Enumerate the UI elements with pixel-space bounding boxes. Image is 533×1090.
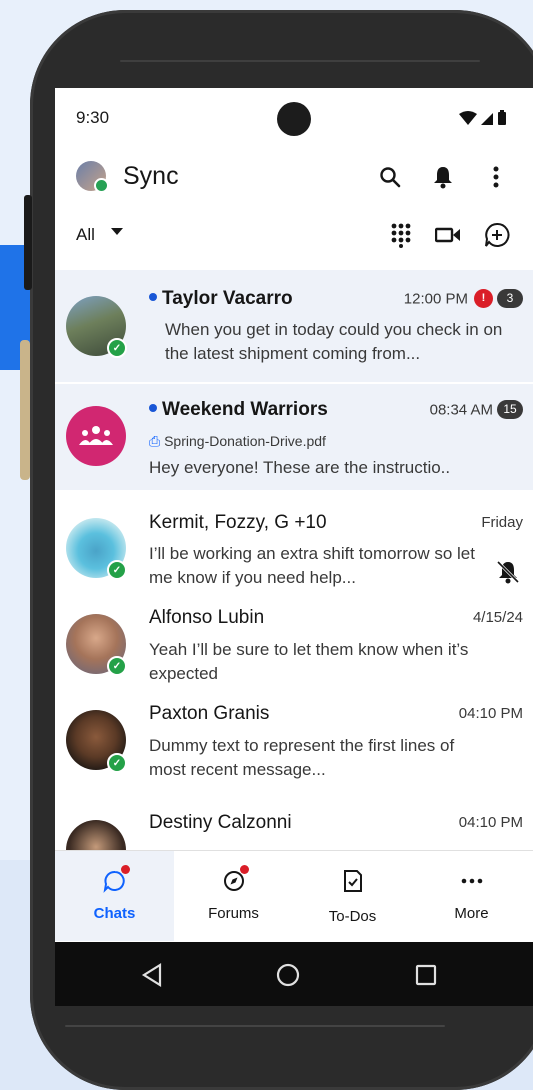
chat-name: Taylor Vacarro: [149, 288, 293, 310]
chat-item-taylor-vacarro[interactable]: ✓ Taylor Vacarro 12:00 PM! 3 When you get…: [55, 270, 533, 382]
unread-dot: [149, 403, 157, 412]
online-status-dot: [94, 178, 109, 193]
chat-item-paxton-granis[interactable]: ✓ Paxton Granis 04:10 PM Dummy text to r…: [55, 696, 533, 791]
phone-bottom-line: [65, 1025, 445, 1027]
chat-time: 08:34 AM 15: [430, 400, 523, 420]
tab-label: To-Dos: [328, 908, 377, 925]
filter-dropdown[interactable]: All: [76, 225, 95, 245]
paperclip-icon: ⎙: [149, 433, 161, 449]
chat-time: 04:10 PM: [458, 705, 523, 722]
online-check-icon: ✓: [107, 338, 127, 358]
chat-bubble-icon: [103, 865, 130, 893]
chat-item-weekend-warriors[interactable]: Weekend Warriors 08:34 AM 15 ⎙ Spring-Don…: [55, 384, 533, 490]
notification-dot: [240, 865, 249, 874]
bottom-navigation: Chats Forums To-Dos More: [55, 850, 533, 941]
user-avatar[interactable]: [76, 161, 109, 193]
notification-dot: [121, 865, 130, 874]
dialpad-icon[interactable]: [387, 221, 415, 249]
search-icon[interactable]: [377, 164, 403, 190]
system-status-icons: [457, 109, 509, 131]
back-icon[interactable]: [137, 960, 167, 990]
wifi-signal-battery-icon: [459, 110, 506, 125]
chat-preview: Yeah I’ll be sure to let them know when …: [149, 640, 469, 683]
tab-to-dos[interactable]: To-Dos: [293, 851, 412, 941]
chat-name: Alfonso Lubin: [149, 607, 265, 628]
group-icon: [79, 426, 113, 445]
android-navigation-bar: [55, 942, 533, 1006]
group-avatar: [66, 406, 126, 466]
filter-row: All: [55, 213, 533, 257]
app-title: Sync: [123, 162, 179, 190]
chat-item-alfonso-lubin[interactable]: ✓ Alfonso Lubin 4/15/24 Yeah I’ll be sur…: [55, 598, 533, 693]
chat-time: 04:10 PM: [458, 814, 523, 831]
background-shape: [20, 340, 30, 480]
status-time: 9:30: [76, 108, 110, 127]
chat-name: Paxton Granis: [149, 703, 270, 724]
online-check-icon: ✓: [107, 753, 127, 773]
muted-bell-icon: [496, 560, 520, 589]
recents-icon[interactable]: [411, 960, 441, 990]
tab-label: Forums: [208, 905, 259, 922]
phone-side-button: [24, 195, 32, 290]
attachment-filename: Spring-Donation-Drive.pdf: [164, 433, 326, 449]
tab-label: Chats: [93, 905, 136, 922]
unread-count-badge: 3: [497, 289, 523, 308]
chat-name: Kermit, Fozzy, G +10: [149, 512, 327, 533]
more-vertical-icon[interactable]: [483, 164, 509, 190]
chat-preview: Dummy text to represent the first lines …: [149, 736, 455, 779]
status-bar: 9:30: [55, 88, 533, 146]
online-check-icon: ✓: [107, 656, 127, 676]
tab-chats[interactable]: Chats: [55, 851, 174, 941]
urgent-alert-icon: !: [474, 289, 493, 308]
chat-preview: I’ll be working an extra shift tomorrow …: [149, 544, 475, 587]
avatar: [66, 820, 126, 850]
phone-screen: 9:30 Sync All ✓ Taylor Vacarro 12:00 PM …: [55, 88, 533, 1006]
chat-preview: Hey everyone! These are the instructio..: [149, 458, 451, 477]
chat-item-kermit-group[interactable]: ✓ Kermit, Fozzy, G +10 Friday I’ll be wo…: [55, 500, 533, 595]
tab-forums[interactable]: Forums: [174, 851, 293, 941]
home-icon[interactable]: [273, 960, 303, 990]
chat-preview: When you get in today could you check in…: [165, 320, 503, 363]
tab-label: More: [454, 905, 489, 922]
online-check-icon: ✓: [107, 560, 127, 580]
more-horizontal-icon: [460, 869, 484, 893]
compass-icon: [222, 865, 249, 893]
chat-time: 4/15/24: [472, 609, 523, 626]
chat-time: 12:00 PM! 3: [404, 289, 523, 309]
chevron-down-icon[interactable]: [111, 228, 123, 235]
front-camera: [277, 102, 311, 136]
unread-count-badge: 15: [497, 400, 523, 419]
bell-icon[interactable]: [430, 164, 456, 190]
new-chat-icon[interactable]: [483, 221, 511, 249]
unread-dot: [149, 292, 157, 301]
chat-name: Destiny Calzonni: [149, 812, 292, 833]
chat-time: Friday: [481, 514, 523, 531]
chat-item-destiny-calzonni[interactable]: Destiny Calzonni 04:10 PM: [55, 806, 533, 850]
checklist-icon: [341, 869, 365, 893]
video-camera-icon[interactable]: [434, 221, 462, 249]
tab-more[interactable]: More: [412, 851, 531, 941]
attachment[interactable]: ⎙ Spring-Donation-Drive.pdf: [149, 433, 326, 450]
chat-name: Weekend Warriors: [149, 399, 328, 421]
phone-speaker-line: [120, 60, 480, 62]
app-header: Sync: [55, 152, 533, 204]
